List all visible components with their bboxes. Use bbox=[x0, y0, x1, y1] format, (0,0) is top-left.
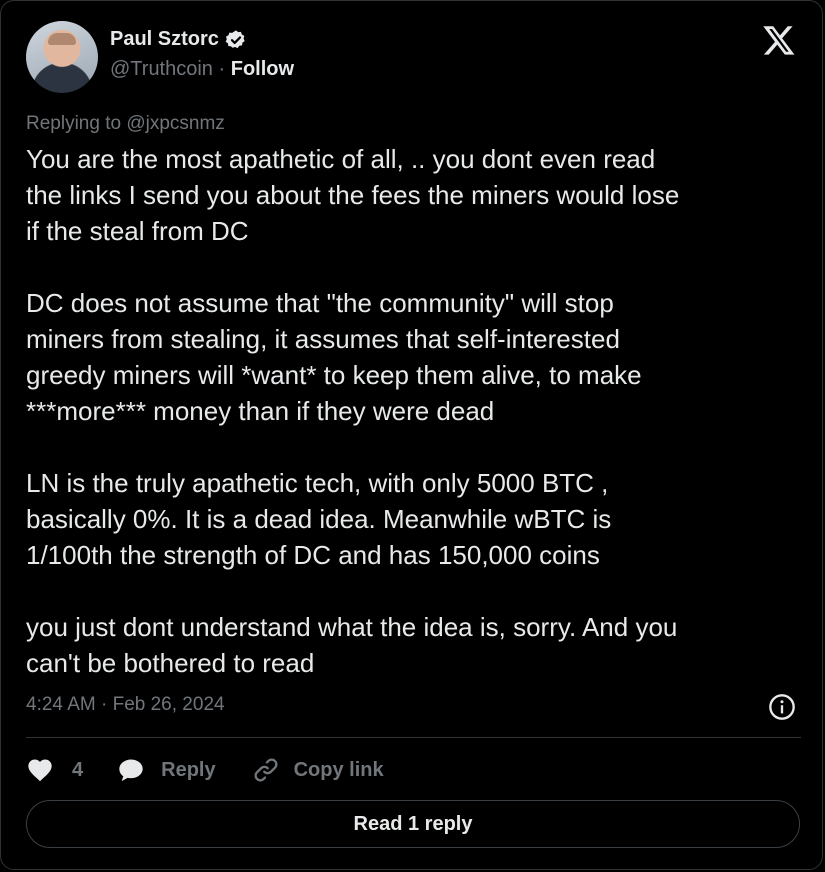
tweet-paragraph: LN is the truly apathetic tech, with onl… bbox=[26, 468, 612, 570]
author-handle-row: @Truthcoin · Follow bbox=[110, 58, 294, 81]
speech-bubble-icon bbox=[119, 759, 143, 782]
follow-button[interactable]: Follow bbox=[231, 58, 294, 80]
author-name[interactable]: Paul Sztorc bbox=[110, 28, 219, 51]
read-replies-button[interactable]: Read 1 reply bbox=[26, 800, 800, 848]
divider bbox=[26, 737, 801, 738]
author-name-row: Paul Sztorc bbox=[110, 28, 247, 51]
avatar[interactable] bbox=[26, 21, 98, 93]
tweet-paragraph: DC does not assume that "the community" … bbox=[26, 288, 642, 426]
action-bar: 4 Reply Copy link bbox=[26, 753, 384, 787]
author-handle[interactable]: @Truthcoin bbox=[110, 58, 213, 80]
info-icon[interactable] bbox=[768, 693, 796, 721]
copy-link-button[interactable]: Copy link bbox=[252, 756, 384, 784]
link-icon bbox=[254, 758, 278, 782]
tweet-card: Paul Sztorc @Truthcoin · Follow Replying… bbox=[0, 0, 823, 870]
like-button[interactable]: 4 bbox=[26, 756, 83, 784]
reply-label: Reply bbox=[161, 758, 216, 781]
heart-icon bbox=[28, 759, 52, 782]
tweet-text: You are the most apathetic of all, .. yo… bbox=[26, 141, 806, 681]
separator: · bbox=[218, 58, 226, 80]
tweet-paragraph: you just dont understand what the idea i… bbox=[26, 612, 678, 678]
replying-to[interactable]: Replying to @jxpcsnmz bbox=[26, 113, 225, 135]
like-count: 4 bbox=[72, 758, 84, 781]
tweet-paragraph: You are the most apathetic of all, .. yo… bbox=[26, 144, 680, 246]
copy-link-label: Copy link bbox=[293, 758, 384, 781]
verified-badge-icon bbox=[225, 29, 245, 48]
x-logo-icon[interactable] bbox=[762, 23, 796, 57]
timestamp[interactable]: 4:24 AM · Feb 26, 2024 bbox=[26, 694, 225, 716]
reply-button[interactable]: Reply bbox=[117, 756, 216, 784]
